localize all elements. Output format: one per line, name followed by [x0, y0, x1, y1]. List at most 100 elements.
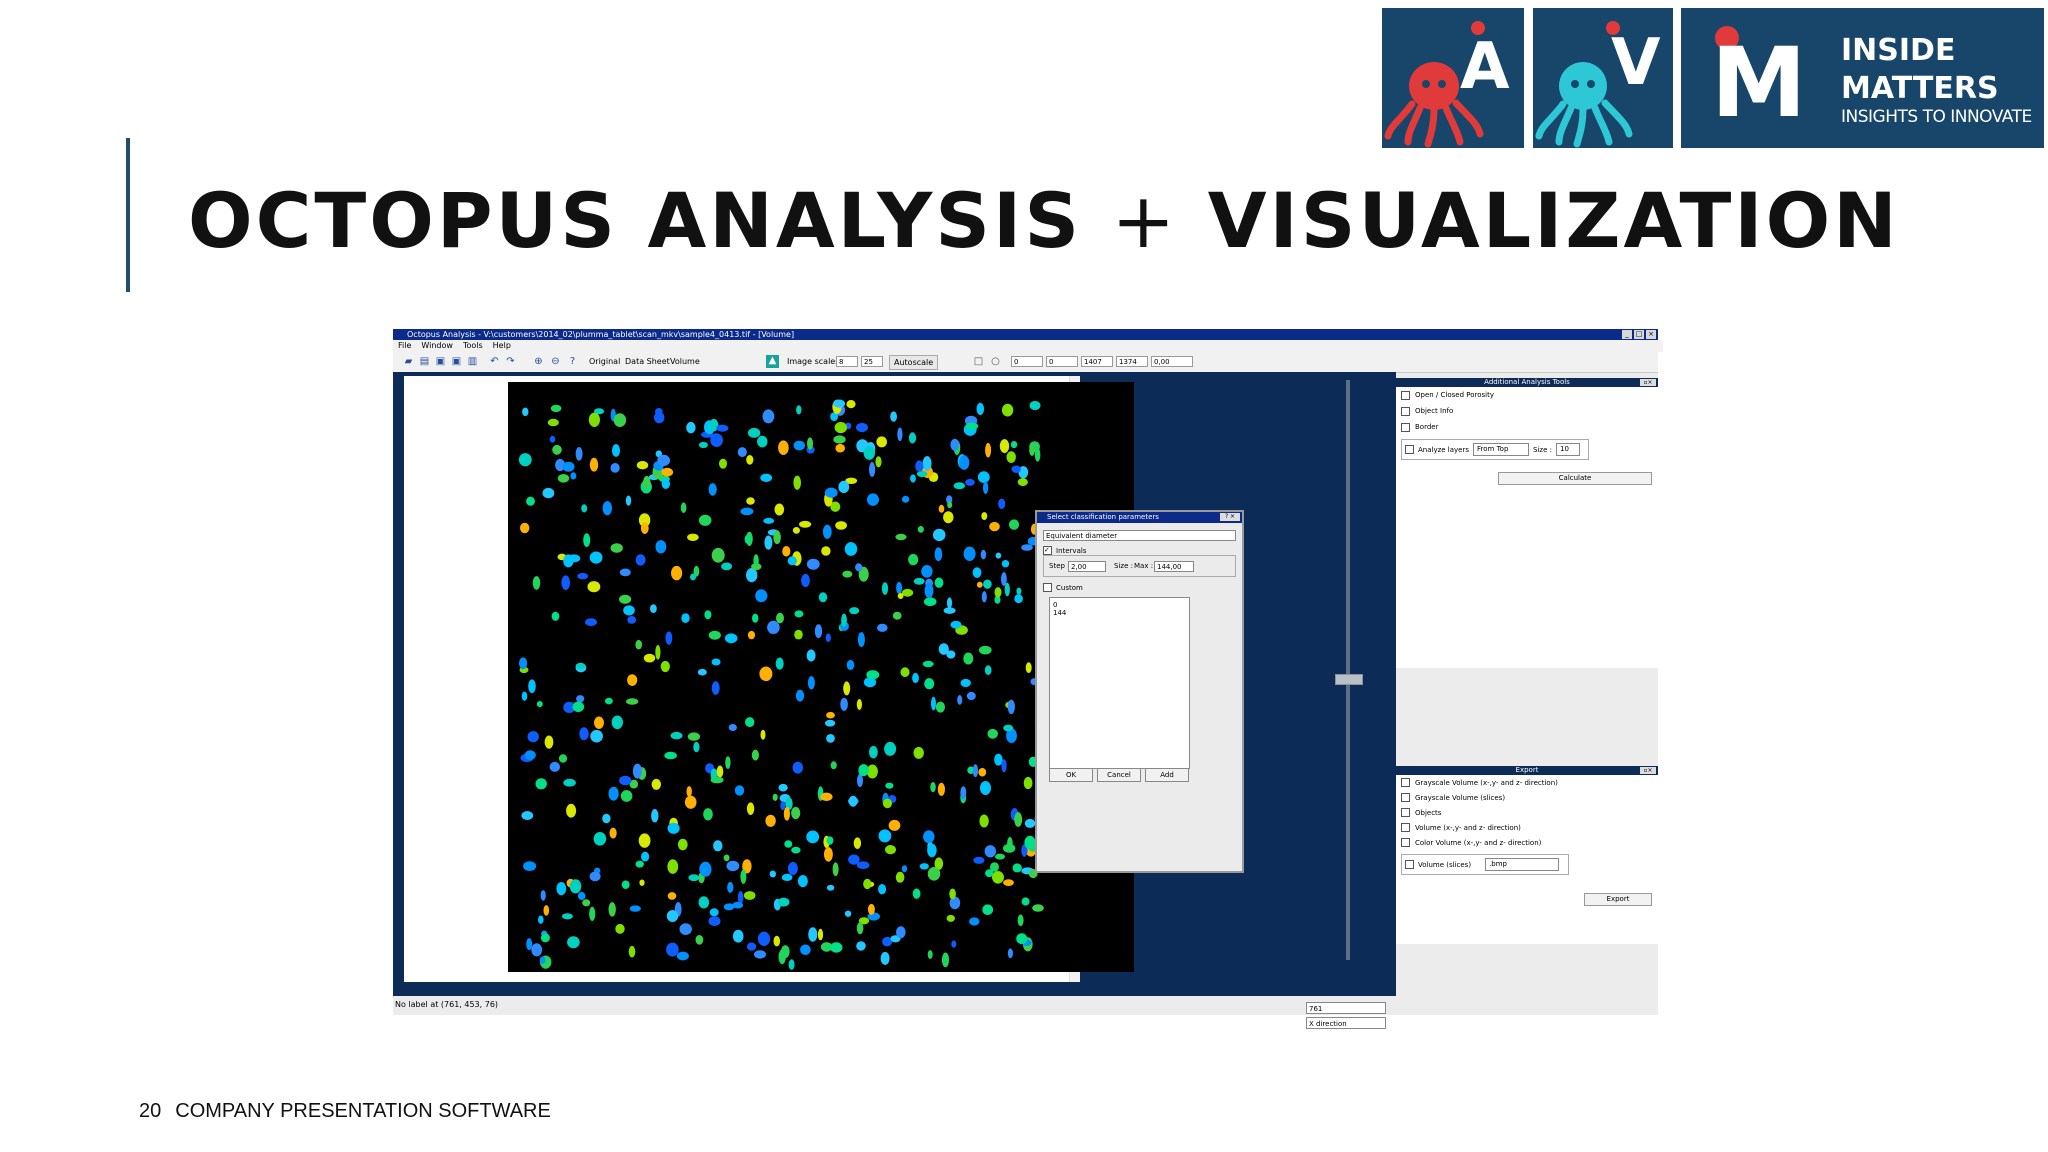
- checkbox[interactable]: [1401, 808, 1410, 817]
- volume-slices-group: Volume (slices) .bmp: [1401, 854, 1569, 875]
- export-option[interactable]: Color Volume (x-,y- and z- direction): [1396, 835, 1658, 850]
- checkbox[interactable]: [1401, 838, 1410, 847]
- ellipse-select-icon[interactable]: ○: [990, 356, 1001, 367]
- open-icon[interactable]: ▰: [403, 356, 414, 367]
- panel-controls-icon[interactable]: ▫×: [1640, 767, 1656, 774]
- rectangle-select-icon[interactable]: □: [973, 356, 984, 367]
- object-label: [542, 487, 555, 499]
- crop-height-field[interactable]: 1374: [1116, 356, 1148, 367]
- scale-max-field[interactable]: 25: [861, 356, 883, 367]
- object-label: [848, 795, 858, 807]
- undo-icon[interactable]: ↶: [489, 356, 500, 367]
- object-label: [783, 806, 790, 821]
- cancel-button[interactable]: Cancel: [1097, 768, 1141, 782]
- slice-number-field[interactable]: 761: [1306, 1002, 1386, 1014]
- object-label: [1024, 835, 1036, 850]
- object-label: [704, 610, 712, 620]
- menu-file[interactable]: File: [398, 340, 411, 352]
- custom-option[interactable]: Custom: [1043, 583, 1083, 592]
- scale-min-field[interactable]: 8: [836, 356, 858, 367]
- object-label: [778, 440, 789, 455]
- volume-slices-checkbox[interactable]: [1405, 860, 1414, 869]
- menu-tools[interactable]: Tools: [463, 340, 483, 352]
- option-porosity[interactable]: Open / Closed Porosity: [1396, 387, 1658, 403]
- object-label: [896, 581, 903, 594]
- menu-help[interactable]: Help: [493, 340, 511, 352]
- object-label: [931, 696, 936, 711]
- option-border[interactable]: Border: [1396, 419, 1658, 435]
- window-controls: _ □ ×: [1622, 330, 1656, 339]
- save-icon[interactable]: ▣: [435, 356, 446, 367]
- checkbox[interactable]: [1401, 823, 1410, 832]
- help-icon[interactable]: ?: [567, 356, 578, 367]
- export-button[interactable]: Export: [1584, 893, 1652, 906]
- ok-button[interactable]: OK: [1049, 768, 1093, 782]
- object-label: [747, 427, 761, 438]
- calculate-button[interactable]: Calculate: [1498, 472, 1652, 485]
- checkbox[interactable]: [1401, 406, 1410, 416]
- print-icon[interactable]: ▥: [467, 356, 478, 367]
- zoom-in-icon[interactable]: ⊕: [533, 356, 544, 367]
- maximize-icon[interactable]: □: [1634, 330, 1644, 339]
- export-option[interactable]: Grayscale Volume (x-,y- and z- direction…: [1396, 775, 1658, 790]
- export-option[interactable]: Objects: [1396, 805, 1658, 820]
- crop-angle-field[interactable]: 0,00: [1151, 356, 1193, 367]
- data-sheet-button[interactable]: Data Sheet: [625, 355, 670, 368]
- crop-width-field[interactable]: 1407: [1081, 356, 1113, 367]
- object-label: [1017, 914, 1024, 927]
- object-label: [941, 952, 950, 968]
- dialog-help-close-icon[interactable]: ? ×: [1220, 513, 1240, 521]
- export-option[interactable]: Grayscale Volume (slices): [1396, 790, 1658, 805]
- menu-window[interactable]: Window: [421, 340, 453, 352]
- minimize-icon[interactable]: _: [1622, 330, 1632, 339]
- object-label: [698, 441, 708, 449]
- analyze-layers-checkbox[interactable]: [1405, 445, 1414, 454]
- export-title: Export: [1515, 766, 1539, 774]
- object-label: [543, 905, 550, 916]
- layer-size-field[interactable]: 10: [1555, 443, 1580, 456]
- direction-select[interactable]: X direction: [1306, 1017, 1386, 1029]
- object-label: [1012, 863, 1022, 873]
- step-field[interactable]: 2,00: [1068, 561, 1106, 572]
- autoscale-button[interactable]: Autoscale: [889, 355, 939, 370]
- object-label: [980, 781, 991, 795]
- object-label: [853, 837, 862, 849]
- object-label: [547, 418, 559, 427]
- checkbox[interactable]: [1401, 793, 1410, 802]
- panel-controls-icon[interactable]: ▫×: [1640, 379, 1656, 386]
- slide-footer: 20 COMPANY PRESENTATION SOFTWARE: [139, 1100, 551, 1123]
- close-icon[interactable]: ×: [1646, 330, 1656, 339]
- checkbox[interactable]: [1401, 390, 1410, 400]
- export-option[interactable]: Volume (x-,y- and z- direction): [1396, 820, 1658, 835]
- option-object-info[interactable]: Object Info: [1396, 403, 1658, 419]
- interval-list[interactable]: 0 144: [1049, 597, 1190, 769]
- volume-button[interactable]: Volume: [670, 355, 700, 368]
- volume-render-icon[interactable]: ▲: [766, 355, 779, 368]
- custom-checkbox[interactable]: [1043, 583, 1052, 592]
- copy-icon[interactable]: ▤: [419, 356, 430, 367]
- object-label: [579, 727, 589, 741]
- slice-slider-track[interactable]: [1346, 380, 1350, 960]
- zoom-out-icon[interactable]: ⊖: [550, 356, 561, 367]
- checkbox[interactable]: [1401, 422, 1410, 432]
- export-format-select[interactable]: .bmp: [1485, 858, 1560, 871]
- object-label: [740, 869, 747, 884]
- layer-direction-select[interactable]: From Top: [1473, 443, 1530, 456]
- intervals-option[interactable]: ✓ Intervals: [1043, 546, 1086, 555]
- save-as-icon[interactable]: ▣: [451, 356, 462, 367]
- crop-y-field[interactable]: 0: [1046, 356, 1078, 367]
- object-label: [713, 840, 723, 852]
- original-button[interactable]: Original: [589, 355, 620, 368]
- object-label: [835, 521, 847, 530]
- redo-icon[interactable]: ↷: [505, 356, 516, 367]
- checkbox[interactable]: [1401, 778, 1410, 787]
- parameter-select[interactable]: Equivalent diameter: [1043, 530, 1236, 541]
- max-field[interactable]: 144,00: [1154, 561, 1194, 572]
- slice-slider-thumb[interactable]: [1335, 674, 1363, 685]
- add-button[interactable]: Add: [1145, 768, 1189, 782]
- crop-x-field[interactable]: 0: [1011, 356, 1043, 367]
- intervals-checkbox[interactable]: ✓: [1043, 546, 1052, 555]
- object-label: [708, 630, 721, 640]
- object-label: [1001, 759, 1007, 773]
- object-label: [913, 746, 924, 759]
